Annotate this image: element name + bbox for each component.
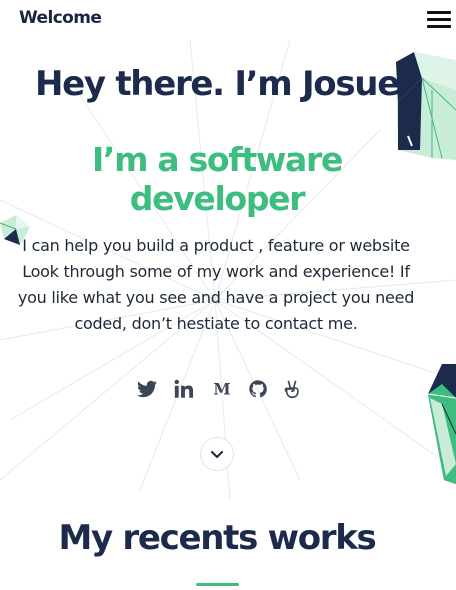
works-section-title: My recents works bbox=[58, 518, 377, 558]
hero-description: I can help you build a product , feature… bbox=[17, 236, 415, 333]
medium-icon[interactable]: M bbox=[211, 378, 233, 400]
top-bar: Welcome bbox=[0, 0, 456, 40]
menu-line bbox=[427, 11, 451, 14]
chevron-down-icon bbox=[211, 451, 223, 458]
section-title-underline bbox=[196, 583, 239, 586]
twitter-icon[interactable] bbox=[136, 378, 158, 400]
hamburger-menu-icon[interactable] bbox=[427, 11, 451, 29]
angellist-icon[interactable] bbox=[281, 378, 303, 400]
brand-link[interactable]: Welcome bbox=[19, 8, 102, 28]
hero-role: I’m a software developer bbox=[91, 140, 343, 218]
svg-text:M: M bbox=[213, 380, 230, 399]
linkedin-icon[interactable] bbox=[173, 378, 195, 400]
crystal-decoration-bottom-right bbox=[427, 364, 456, 484]
github-icon[interactable] bbox=[247, 378, 269, 400]
hero-greeting: Hey there. I’m Josue bbox=[35, 64, 400, 104]
menu-line bbox=[427, 25, 451, 28]
menu-line bbox=[427, 18, 451, 21]
scroll-down-button[interactable] bbox=[200, 437, 234, 471]
